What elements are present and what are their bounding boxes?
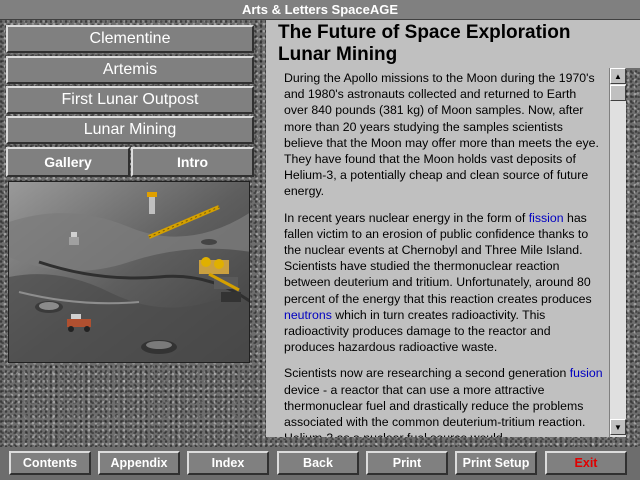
article-text-panel: During the Apollo missions to the Moon d… xyxy=(266,68,609,437)
index-label: Index xyxy=(211,456,245,470)
nav-item-label: Lunar Mining xyxy=(83,121,177,138)
exit-label: Exit xyxy=(574,456,598,470)
article-heading: The Future of Space Exploration Lunar Mi… xyxy=(266,20,640,68)
arrow-down-icon: ▼ xyxy=(614,422,622,432)
article-paragraph: During the Apollo missions to the Moon d… xyxy=(284,71,599,199)
article-title-line2: Lunar Mining xyxy=(278,44,398,65)
lunar-surface-image xyxy=(9,182,249,362)
intro-button[interactable]: Intro xyxy=(131,147,254,177)
appendix-button[interactable]: Appendix xyxy=(98,451,180,475)
scroll-down-button[interactable]: ▼ xyxy=(610,419,626,435)
fusion-link[interactable]: fusion xyxy=(570,366,603,380)
gallery-label: Gallery xyxy=(44,154,92,170)
article-text: In recent years nuclear energy in the fo… xyxy=(284,210,529,225)
nav-lunar-mining-button[interactable]: Lunar Mining xyxy=(6,116,254,144)
gallery-button[interactable]: Gallery xyxy=(6,147,130,177)
lunar-mining-illustration xyxy=(8,181,250,363)
nav-item-label: Artemis xyxy=(102,61,158,78)
nav-item-label: First Lunar Outpost xyxy=(61,91,199,108)
back-button[interactable]: Back xyxy=(277,451,359,475)
scroll-up-button[interactable]: ▲ xyxy=(610,68,626,84)
print-button[interactable]: Print xyxy=(366,451,448,475)
back-label: Back xyxy=(303,456,333,470)
article-scrollbar[interactable]: ▲ ▼ xyxy=(609,68,626,437)
exit-button[interactable]: Exit xyxy=(545,451,627,475)
contents-button[interactable]: Contents xyxy=(9,451,91,475)
neutrons-link[interactable]: neutrons xyxy=(284,308,332,322)
appendix-label: Appendix xyxy=(110,456,168,470)
article-paragraph: Scientists now are researching a second … xyxy=(284,365,603,437)
print-setup-button[interactable]: Print Setup xyxy=(455,451,537,475)
nav-item-label: Clementine xyxy=(89,30,171,47)
arrow-up-icon: ▲ xyxy=(614,71,622,81)
window-title-bar: Arts & Letters SpaceAGE xyxy=(0,0,640,20)
index-button[interactable]: Index xyxy=(187,451,269,475)
scroll-thumb[interactable] xyxy=(610,85,626,101)
article-paragraph: In recent years nuclear energy in the fo… xyxy=(284,210,603,356)
article-title-line1: The Future of Space Exploration xyxy=(278,22,571,43)
nav-artemis-button[interactable]: Artemis xyxy=(6,56,254,84)
nav-first-lunar-outpost-button[interactable]: First Lunar Outpost xyxy=(6,86,254,114)
article-text: device - a reactor that can use a more a… xyxy=(284,382,586,437)
contents-label: Contents xyxy=(22,456,78,470)
nav-clementine-button[interactable]: Clementine xyxy=(6,25,254,53)
print-setup-label: Print Setup xyxy=(462,456,530,470)
print-label: Print xyxy=(392,456,422,470)
intro-label: Intro xyxy=(176,154,209,170)
window-title: Arts & Letters SpaceAGE xyxy=(241,2,399,17)
article-text: Scientists now are researching a second … xyxy=(284,366,570,381)
fission-link[interactable]: fission xyxy=(529,211,564,225)
